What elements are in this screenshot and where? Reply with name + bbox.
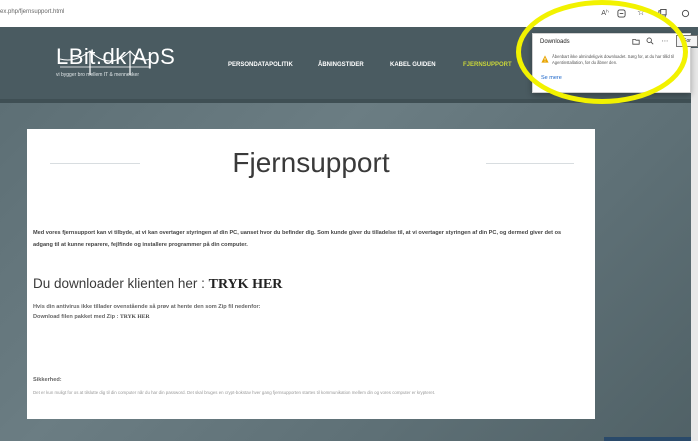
- download-line: Du downloader klienten her : TRYK HER: [33, 276, 282, 293]
- taskbar-fragment: [604, 437, 691, 441]
- site-logo-tagline: vi bygger bro mellem IT & mennesker: [56, 72, 139, 78]
- antivirus-line: Hvis din antivirus ikke tillader ovenstå…: [33, 304, 261, 310]
- address-bar-url[interactable]: ex.php/fjernsupport.html: [0, 9, 64, 15]
- page-title: Fjernsupport: [232, 147, 390, 178]
- browser-extensions-icon[interactable]: [678, 6, 692, 20]
- antivirus-note: Hvis din antivirus ikke tillader ovenstå…: [33, 302, 261, 322]
- nav-item-persondatapolitik[interactable]: PERSONDATAPOLITIK: [228, 62, 293, 68]
- intro-paragraph: Med vores fjernsupport kan vi tilbyde, a…: [33, 230, 562, 248]
- zip-download-link[interactable]: TRYK HER: [120, 314, 150, 320]
- site-logo-name[interactable]: LBit.dk ApS: [56, 44, 175, 70]
- zip-download-text: Download filen pakket med Zip :: [33, 314, 121, 320]
- page-scrollbar[interactable]: [691, 48, 698, 441]
- highlight-circle-annotation: [516, 0, 688, 104]
- nav-item-abningstider[interactable]: ÅBNINGSTIDER: [318, 62, 364, 68]
- nav-item-kabel-guiden[interactable]: KABEL GUIDEN: [390, 62, 436, 68]
- download-text: Du downloader klienten her :: [33, 276, 209, 291]
- nav-item-fjernsupport[interactable]: FJERNSUPPORT: [463, 62, 512, 68]
- security-text: Det er kun muligt for os at tilslutte di…: [33, 390, 436, 395]
- download-link[interactable]: TRYK HER: [209, 277, 283, 292]
- security-heading: Sikkerhed:: [33, 377, 62, 383]
